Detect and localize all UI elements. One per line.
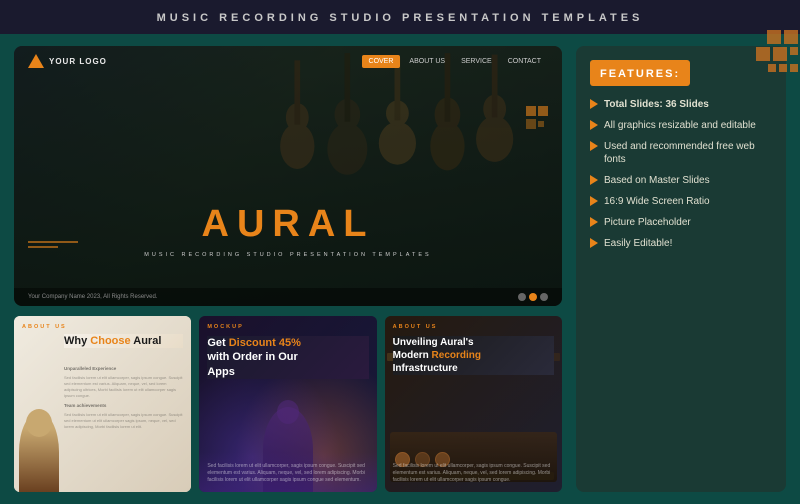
deco-line <box>28 241 78 243</box>
features-title-badge: FEATURES: <box>590 60 690 86</box>
preview-inner: YOUR LOGO COVER ABOUT US SERVICE CONTACT… <box>14 46 562 306</box>
card-infrastructure: ABOUT US Unveiling Aural'sModern Recordi… <box>385 316 562 492</box>
dot <box>540 293 548 301</box>
page-title: MUSIC RECORDING STUDIO PRESENTATION TEMP… <box>157 12 644 24</box>
footer-copyright: Your Company Name 2023, All Rights Reser… <box>28 294 158 300</box>
bottom-cards: ABOUT US Why Choose Aural Unparalleled E… <box>14 316 562 492</box>
logo-icon <box>28 54 44 68</box>
pagination-dots <box>518 293 548 301</box>
deco-sq <box>779 64 787 72</box>
card-body: Sed facilisis lorem ut elit ullamcorper,… <box>393 463 554 484</box>
dot <box>518 293 526 301</box>
arrow-icon <box>590 99 598 109</box>
deco-line <box>28 246 58 248</box>
decorative-squares <box>756 30 800 72</box>
arrow-icon <box>590 217 598 227</box>
deco-sq <box>784 30 798 44</box>
arrow-icon <box>590 175 598 185</box>
main-content: YOUR LOGO COVER ABOUT US SERVICE CONTACT… <box>0 34 800 504</box>
top-title-bar: MUSIC RECORDING STUDIO PRESENTATION TEMP… <box>0 0 800 34</box>
card-why-aural: ABOUT US Why Choose Aural Unparalleled E… <box>14 316 191 492</box>
feature-label: Total Slides: 36 Slides <box>604 98 709 111</box>
arrow-icon <box>590 141 598 151</box>
feature-item-editable: Easily Editable! <box>590 237 772 250</box>
feature-item-placeholder: Picture Placeholder <box>590 216 772 229</box>
features-card: FEATURES: Total Slides: 36 Slides All gr… <box>576 46 786 492</box>
feature-label: Easily Editable! <box>604 237 672 250</box>
feature-label: Used and recommended free web fonts <box>604 140 772 166</box>
dot-active <box>529 293 537 301</box>
menu-item-contact[interactable]: CONTACT <box>501 55 548 68</box>
feature-label: 16:9 Wide Screen Ratio <box>604 195 710 208</box>
deco-sq <box>767 30 781 44</box>
feature-item-fonts: Used and recommended free web fonts <box>590 140 772 166</box>
feature-label: Based on Master Slides <box>604 174 710 187</box>
menu-item-service[interactable]: SERVICE <box>454 55 499 68</box>
arrow-icon <box>590 238 598 248</box>
card-label: ABOUT US <box>22 324 67 330</box>
deco-sq <box>768 64 776 72</box>
feature-item-master: Based on Master Slides <box>590 174 772 187</box>
deco-sq <box>790 64 798 72</box>
card-body: Sed facilisis lorem ut elit ullamcorper,… <box>207 463 368 484</box>
brand-name: AURAL <box>14 203 562 246</box>
left-panel: YOUR LOGO COVER ABOUT US SERVICE CONTACT… <box>14 46 562 492</box>
feature-item-slides: Total Slides: 36 Slides <box>590 98 772 111</box>
deco-sq <box>773 47 787 61</box>
card-title: Unveiling Aural'sModern RecordingInfrast… <box>393 336 554 375</box>
feature-item-graphics: All graphics resizable and editable <box>590 119 772 132</box>
menu-item-about[interactable]: ABOUT US <box>402 55 452 68</box>
feature-item-ratio: 16:9 Wide Screen Ratio <box>590 195 772 208</box>
preview-menu: COVER ABOUT US SERVICE CONTACT <box>362 55 548 68</box>
arrow-icon <box>590 196 598 206</box>
feature-label: Picture Placeholder <box>604 216 691 229</box>
card-title: Why Choose Aural <box>64 334 183 348</box>
right-panel: FEATURES: Total Slides: 36 Slides All gr… <box>576 46 786 492</box>
deco-sq <box>756 47 770 61</box>
menu-item-cover[interactable]: COVER <box>362 55 401 68</box>
preview-logo: YOUR LOGO <box>28 54 107 68</box>
deco-sq <box>790 47 798 55</box>
logo-text: YOUR LOGO <box>49 57 107 66</box>
features-heading: FEATURES: <box>600 68 680 80</box>
card-apps: MOCKUP Get Discount 45%with Order in Our… <box>199 316 376 492</box>
arrow-icon <box>590 120 598 130</box>
feature-label: All graphics resizable and editable <box>604 119 756 132</box>
brand-subtitle: MUSIC RECORDING STUDIO PRESENTATION TEMP… <box>14 252 562 258</box>
card-title: Get Discount 45%with Order in OurApps <box>207 336 368 379</box>
preview-card: YOUR LOGO COVER ABOUT US SERVICE CONTACT… <box>14 46 562 306</box>
